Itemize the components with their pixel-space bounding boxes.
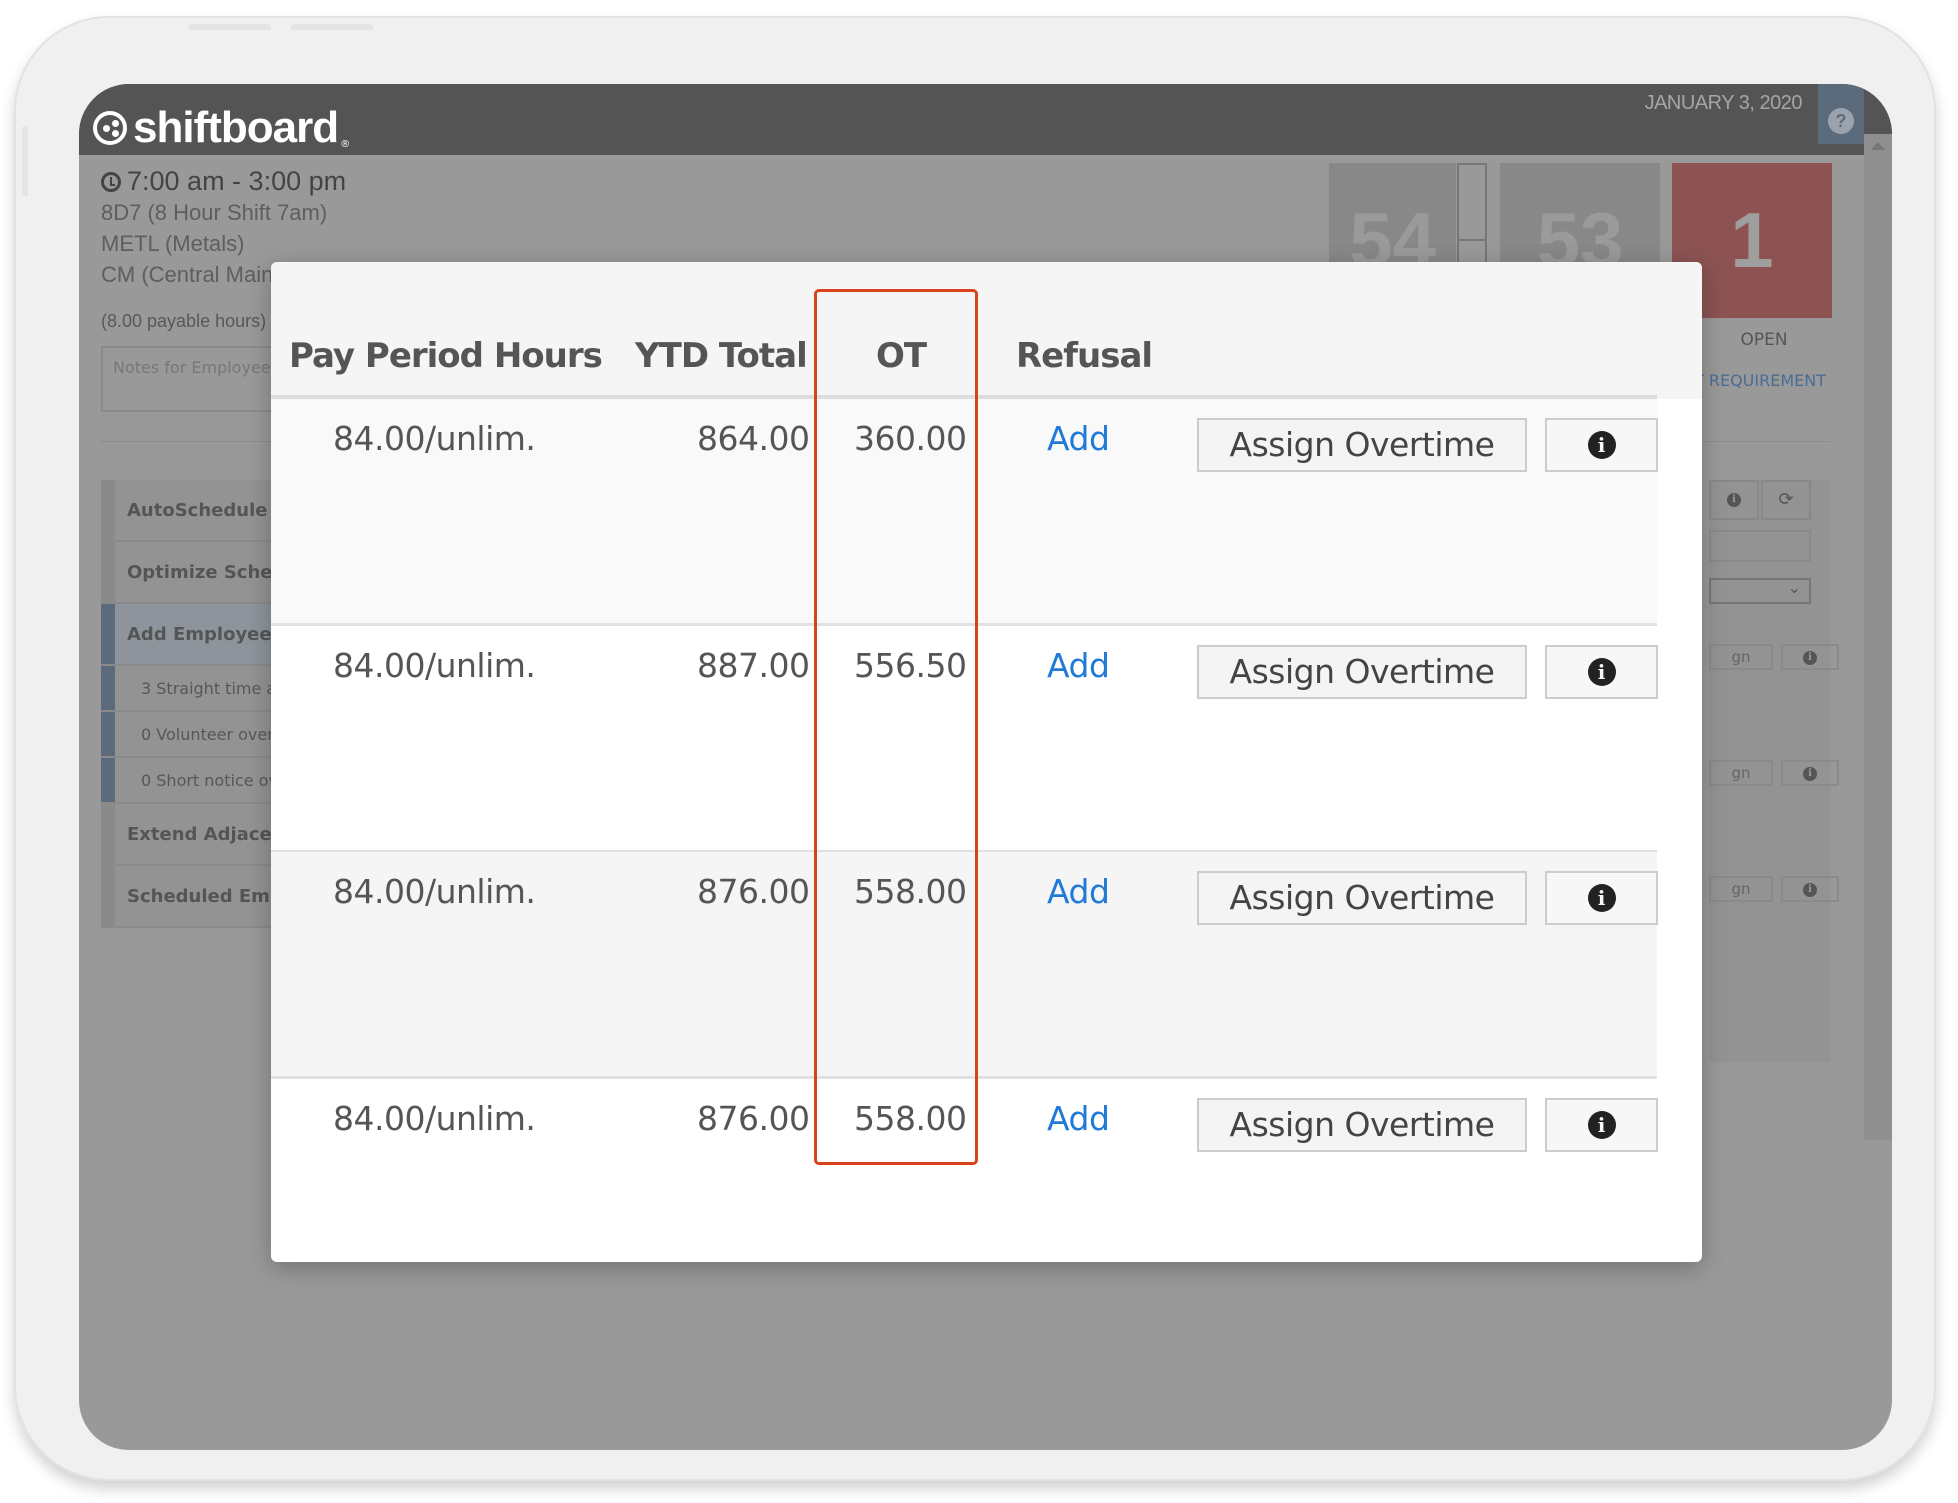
column-ytd-total: YTD Total [635, 336, 808, 376]
open-label: OPEN [1740, 330, 1788, 350]
ytd-total-cell: 864.00 [697, 419, 810, 458]
top-bar: shiftboard ® JANUARY 3, 2020 ? [79, 84, 1892, 155]
panel-row-info-button[interactable]: i [1781, 644, 1839, 670]
assign-overtime-button[interactable]: Assign Overtime [1197, 418, 1527, 472]
refusal-add-link[interactable]: Add [1047, 1099, 1110, 1138]
ot-cell: 558.00 [854, 872, 967, 911]
assign-overtime-button[interactable]: Assign Overtime [1197, 1098, 1527, 1152]
tablet-frame: shiftboard ® JANUARY 3, 2020 ? 7:00 am -… [14, 16, 1936, 1481]
table-row: 84.00/unlim. 876.00 558.00 Add Assign Ov… [271, 1079, 1658, 1262]
info-icon: i [1803, 882, 1817, 897]
chevron-down-icon: ⌄ [1787, 578, 1801, 597]
pay-period-hours-cell: 84.00/unlim. [333, 1099, 536, 1138]
help-icon: ? [1828, 108, 1854, 134]
stepper-up-icon[interactable]: ^ [1457, 163, 1487, 241]
logo-icon [93, 111, 127, 145]
refusal-add-link[interactable]: Add [1047, 646, 1110, 685]
refusal-add-link[interactable]: Add [1047, 419, 1110, 458]
info-icon: i [1803, 766, 1817, 781]
info-icon: i [1803, 650, 1817, 665]
column-pay-period-hours: Pay Period Hours [289, 336, 603, 376]
assign-overtime-button[interactable]: Assign Overtime [1197, 645, 1527, 699]
panel-row-info-button[interactable]: i [1781, 760, 1839, 786]
panel-assign-button[interactable]: gn [1709, 760, 1773, 786]
refresh-icon: ⟳ [1778, 489, 1794, 510]
requirement-link[interactable]: T REQUIREMENT [1694, 371, 1826, 390]
payable-hours: (8.00 payable hours) [101, 311, 267, 331]
employee-info-button[interactable]: i [1545, 1098, 1658, 1152]
table-header: Pay Period Hours YTD Total OT Refusal [271, 262, 1702, 399]
panel-info-button[interactable]: i [1709, 480, 1759, 520]
shiftboard-logo[interactable]: shiftboard ® [93, 106, 350, 150]
column-ot: OT [876, 336, 927, 376]
registered-mark: ® [340, 139, 351, 150]
table-row: 84.00/unlim. 887.00 556.50 Add Assign Ov… [271, 626, 1658, 853]
shift-time-text: 7:00 am - 3:00 pm [127, 166, 347, 196]
shift-department: METL (Metals) [101, 231, 245, 256]
refusal-add-link[interactable]: Add [1047, 872, 1110, 911]
app-screen: shiftboard ® JANUARY 3, 2020 ? 7:00 am -… [79, 84, 1892, 1450]
table-row: 84.00/unlim. 864.00 360.00 Add Assign Ov… [271, 399, 1658, 626]
ot-cell: 558.00 [854, 1099, 967, 1138]
panel-dropdown[interactable]: ⌄ [1709, 578, 1811, 604]
scroll-up-arrow-icon[interactable] [1871, 142, 1885, 150]
ytd-total-cell: 876.00 [697, 872, 810, 911]
shift-code: 8D7 (8 Hour Shift 7am) [101, 200, 328, 225]
device-button [291, 24, 373, 30]
table-row: 84.00/unlim. 876.00 558.00 Add Assign Ov… [271, 852, 1658, 1079]
info-icon: i [1587, 884, 1616, 912]
shift-time: 7:00 am - 3:00 pm [101, 166, 346, 197]
device-side-button [22, 126, 28, 196]
brand-name: shiftboard [133, 103, 339, 152]
employee-info-button[interactable]: i [1545, 645, 1658, 699]
info-icon: i [1587, 1111, 1616, 1139]
ot-cell: 556.50 [854, 646, 967, 685]
panel-assign-button[interactable]: gn [1709, 876, 1773, 902]
panel-text-input[interactable] [1709, 530, 1811, 562]
info-icon: i [1587, 658, 1616, 686]
info-icon: i [1727, 493, 1741, 507]
current-date: JANUARY 3, 2020 [1644, 92, 1803, 114]
panel-row-info-button[interactable]: i [1781, 876, 1839, 902]
employee-info-button[interactable]: i [1545, 418, 1658, 472]
ytd-total-cell: 887.00 [697, 646, 810, 685]
employee-info-button[interactable]: i [1545, 871, 1658, 925]
pay-period-hours-cell: 84.00/unlim. [333, 646, 536, 685]
pay-period-hours-cell: 84.00/unlim. [333, 872, 536, 911]
panel-refresh-button[interactable]: ⟳ [1761, 480, 1811, 520]
help-button[interactable]: ? [1818, 84, 1864, 144]
pay-period-hours-cell: 84.00/unlim. [333, 419, 536, 458]
ytd-total-cell: 876.00 [697, 1099, 810, 1138]
ot-cell: 360.00 [854, 419, 967, 458]
panel-assign-button[interactable]: gn [1709, 644, 1773, 670]
page-scrollbar[interactable] [1864, 134, 1892, 1140]
background-panel: i ⟳ ⌄ gn i gn i gn i [1709, 480, 1839, 1062]
assign-overtime-button[interactable]: Assign Overtime [1197, 871, 1527, 925]
column-refusal: Refusal [1016, 336, 1153, 376]
info-icon: i [1587, 431, 1616, 459]
clock-icon [101, 171, 121, 192]
overtime-modal: Pay Period Hours YTD Total OT Refusal 84… [271, 262, 1702, 1262]
device-button [189, 24, 271, 30]
